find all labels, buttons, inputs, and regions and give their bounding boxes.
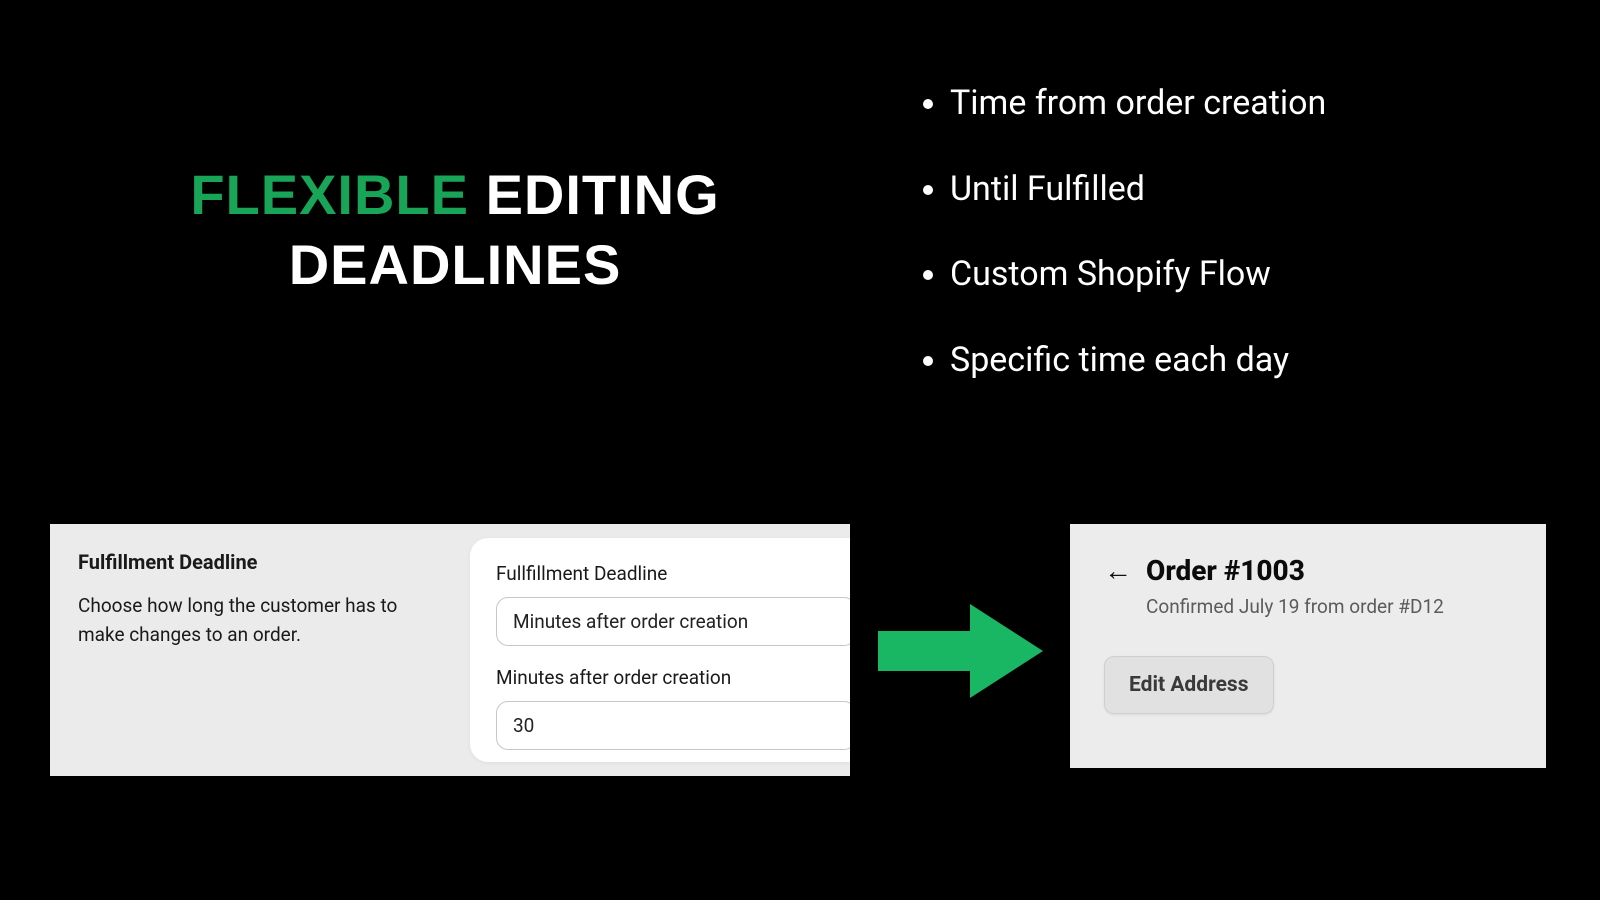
settings-section-description: Choose how long the customer has to make…	[78, 592, 442, 649]
order-subtitle: Confirmed July 19 from order #D12	[1146, 595, 1512, 618]
deadline-select[interactable]: Minutes after order creation	[496, 597, 850, 646]
settings-description-panel: Fulfillment Deadline Choose how long the…	[50, 524, 470, 776]
list-item: Custom Shopify Flow	[950, 251, 1326, 299]
list-item: Until Fulfilled	[950, 166, 1326, 214]
minutes-input-label: Minutes after order creation	[496, 666, 850, 689]
edit-address-button[interactable]: Edit Address	[1104, 656, 1274, 714]
arrow-right-icon	[878, 596, 1043, 706]
headline: FLEXIBLE EDITING DEADLINES	[170, 160, 740, 300]
settings-card: Fulfillment Deadline Choose how long the…	[50, 524, 850, 776]
list-item: Time from order creation	[950, 80, 1326, 128]
order-title: Order #1003	[1146, 554, 1305, 587]
deadline-select-label: Fullfillment Deadline	[496, 562, 850, 585]
list-item: Specific time each day	[950, 337, 1326, 385]
order-card: ← Order #1003 Confirmed July 19 from ord…	[1070, 524, 1546, 768]
settings-section-title: Fulfillment Deadline	[78, 550, 442, 574]
headline-word-2: EDITING	[486, 163, 720, 226]
headline-word-accent: FLEXIBLE	[190, 163, 469, 226]
back-arrow-icon[interactable]: ←	[1104, 557, 1132, 585]
headline-line-2: DEADLINES	[170, 230, 740, 300]
headline-line-1: FLEXIBLE EDITING	[170, 160, 740, 230]
feature-bullets: Time from order creation Until Fulfilled…	[950, 80, 1326, 422]
settings-form-panel: Fullfillment Deadline Minutes after orde…	[470, 538, 850, 762]
minutes-input[interactable]: 30	[496, 701, 850, 750]
order-header: ← Order #1003	[1104, 554, 1512, 587]
